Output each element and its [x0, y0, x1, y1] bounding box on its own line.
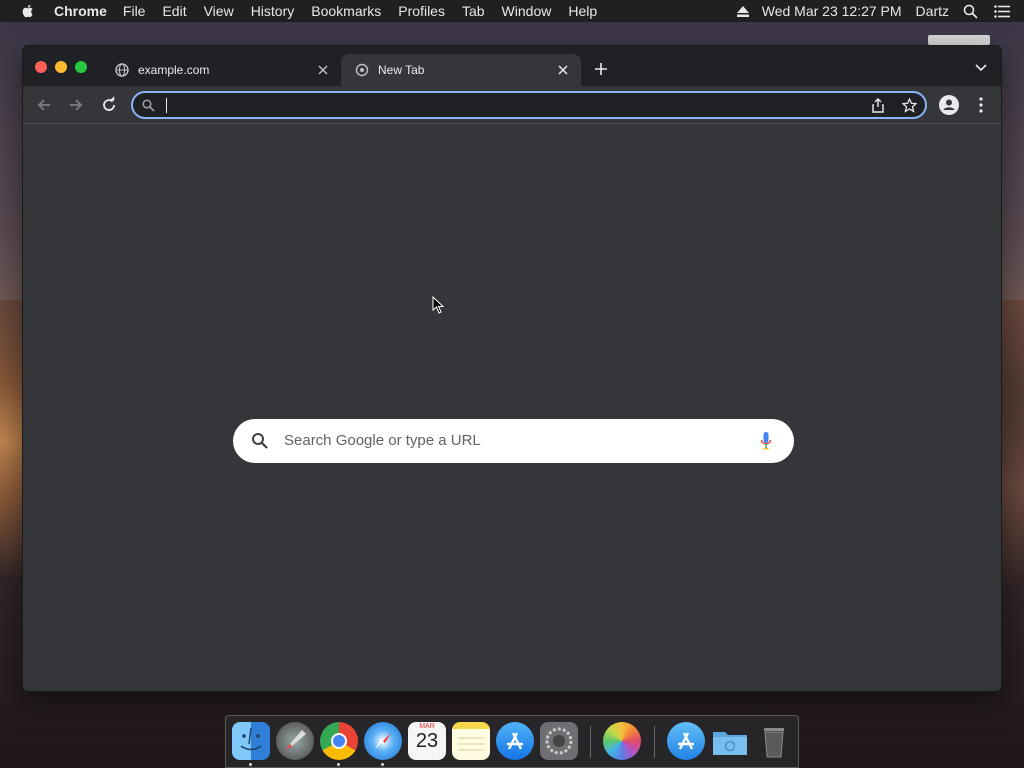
dock-separator: [590, 726, 591, 758]
window-maximize-button[interactable]: [75, 61, 87, 73]
finder-face-icon: [240, 727, 262, 751]
menu-history[interactable]: History: [251, 3, 295, 19]
dock: MAR 23: [225, 715, 799, 768]
menu-help[interactable]: Help: [568, 3, 597, 19]
eject-icon[interactable]: [736, 5, 749, 17]
app-store-a-icon: [678, 732, 694, 750]
dock-separator: [654, 726, 655, 758]
window-minimize-button[interactable]: [55, 61, 67, 73]
notes-icon[interactable]: [452, 722, 490, 760]
downloads-folder-icon[interactable]: [711, 722, 749, 760]
reload-icon[interactable]: [100, 96, 118, 114]
menu-user-name[interactable]: Dartz: [916, 3, 949, 19]
spotlight-search-icon[interactable]: [963, 4, 978, 19]
tab-close-button[interactable]: [555, 62, 571, 78]
menu-bar: Chrome File Edit View History Bookmarks …: [0, 0, 1024, 22]
back-arrow-icon[interactable]: [35, 96, 53, 114]
launchpad-icon[interactable]: [276, 722, 314, 760]
new-tab-button[interactable]: [593, 61, 609, 77]
menu-edit[interactable]: Edit: [162, 3, 186, 19]
new-tab-page: Search Google or type a URL: [23, 125, 1001, 691]
more-options-icon[interactable]: [976, 96, 986, 114]
globe-icon: [115, 63, 129, 77]
window-close-button[interactable]: [35, 61, 47, 73]
menu-app-name[interactable]: Chrome: [54, 3, 107, 19]
menu-profiles[interactable]: Profiles: [398, 3, 445, 19]
folder-icon: [713, 732, 747, 755]
apple-menu-icon[interactable]: [20, 3, 36, 19]
finder-icon[interactable]: [232, 722, 270, 760]
ntp-search-placeholder: Search Google or type a URL: [284, 432, 481, 449]
address-bar[interactable]: [131, 91, 927, 119]
trash-icon[interactable]: [755, 722, 793, 760]
tab-search-chevron-icon[interactable]: [975, 63, 987, 73]
chrome-center-icon: [331, 733, 347, 749]
chrome-window: example.com New Tab Search Google or typ…: [22, 45, 1002, 692]
tab-title: New Tab: [378, 63, 425, 77]
tab-new-tab[interactable]: New Tab: [341, 54, 581, 86]
close-icon: [318, 65, 328, 75]
running-indicator: [337, 763, 340, 766]
calendar-month: MAR: [419, 723, 435, 730]
mouse-pointer-icon: [432, 296, 444, 314]
browser-toolbar: [23, 86, 1001, 124]
trash-can-icon: [764, 728, 784, 758]
menu-bookmarks[interactable]: Bookmarks: [311, 3, 381, 19]
tab-example-com[interactable]: example.com: [101, 54, 341, 86]
address-input[interactable]: [169, 96, 849, 116]
bookmark-star-icon[interactable]: [902, 98, 917, 113]
text-caret: [166, 98, 167, 113]
safari-icon[interactable]: [364, 722, 402, 760]
tab-title: example.com: [138, 63, 210, 77]
forward-arrow-icon[interactable]: [67, 96, 85, 114]
gear-icon: [545, 727, 573, 755]
search-icon: [142, 99, 155, 112]
compass-icon: [375, 733, 391, 749]
menu-clock[interactable]: Wed Mar 23 12:27 PM: [762, 3, 902, 19]
person-icon: [943, 99, 955, 110]
calendar-icon[interactable]: MAR 23: [408, 722, 446, 760]
menu-view[interactable]: View: [204, 3, 234, 19]
rocket-icon: [286, 730, 306, 750]
menu-file[interactable]: File: [123, 3, 146, 19]
notification-center-icon[interactable]: [994, 4, 1010, 18]
chrome-icon[interactable]: [320, 722, 358, 760]
ntp-search-box[interactable]: Search Google or type a URL: [233, 419, 794, 463]
applications-folder-icon[interactable]: [667, 722, 705, 760]
notes-lines-icon: [458, 737, 484, 751]
search-icon: [252, 433, 268, 449]
tab-strip: example.com New Tab: [23, 46, 1001, 86]
menu-window[interactable]: Window: [502, 3, 552, 19]
microphone-icon[interactable]: [760, 431, 772, 451]
app-store-a-icon: [507, 732, 523, 750]
tab-close-button[interactable]: [315, 62, 331, 78]
app-store-icon[interactable]: [496, 722, 534, 760]
close-icon: [558, 65, 568, 75]
menu-tab[interactable]: Tab: [462, 3, 485, 19]
running-indicator: [381, 763, 384, 766]
chrome-icon: [355, 63, 369, 77]
share-icon[interactable]: [871, 98, 885, 113]
desktop-file-thumbnail[interactable]: [928, 35, 990, 45]
calendar-day: 23: [415, 730, 439, 752]
profile-avatar-button[interactable]: [939, 95, 959, 115]
running-indicator: [249, 763, 252, 766]
system-preferences-icon[interactable]: [540, 722, 578, 760]
photos-icon[interactable]: [603, 722, 641, 760]
